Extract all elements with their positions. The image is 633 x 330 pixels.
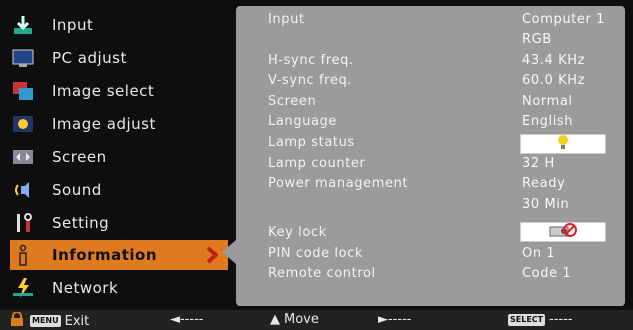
- key-lock-projector-icon: [548, 222, 578, 242]
- key-lock-box: [520, 222, 606, 242]
- label-screen: Screen: [268, 94, 317, 109]
- value-h-sync: 43.4 KHz: [522, 53, 586, 68]
- value-power-timer: 30 Min: [522, 197, 570, 212]
- information-panel: Input Computer 1 RGB H-sync freq. 43.4 K…: [236, 6, 625, 306]
- footer-bar: MENU Exit ◄----- ▲ Move ►----- SELECT --…: [0, 310, 633, 330]
- select-key: SELECT: [508, 313, 546, 326]
- value-input: Computer 1: [522, 12, 606, 27]
- label-h-sync: H-sync freq.: [268, 53, 354, 68]
- left-hint: ◄-----: [170, 312, 204, 327]
- lamp-status-box: [520, 134, 606, 154]
- menu-item-image-select[interactable]: Image select: [10, 76, 228, 106]
- menu-item-pc-adjust[interactable]: PC adjust: [10, 43, 228, 73]
- move-hint: ▲ Move: [270, 312, 319, 327]
- information-icon: [10, 244, 36, 266]
- value-signal: RGB: [522, 32, 552, 47]
- pc-adjust-icon: [10, 47, 36, 69]
- select-hint: SELECT -----: [508, 312, 573, 327]
- input-icon: [10, 14, 36, 36]
- network-icon: [10, 277, 36, 299]
- label-key-lock: Key lock: [268, 225, 327, 240]
- label-lamp-status: Lamp status: [268, 135, 355, 150]
- setting-icon: [10, 212, 36, 234]
- image-adjust-icon: [10, 113, 36, 135]
- value-screen: Normal: [522, 94, 573, 109]
- value-lamp-counter: 32 H: [522, 156, 555, 171]
- menu-item-setting[interactable]: Setting: [10, 208, 228, 238]
- label-power-management: Power management: [268, 176, 409, 191]
- exit-hint[interactable]: MENU Exit: [10, 311, 89, 330]
- right-hint: ►-----: [378, 312, 412, 327]
- value-power-management: Ready: [522, 176, 566, 191]
- menu-key: MENU: [30, 315, 61, 327]
- label-language: Language: [268, 114, 337, 129]
- sound-icon: [10, 179, 36, 201]
- menu-item-network[interactable]: Network: [10, 273, 228, 303]
- value-v-sync: 60.0 KHz: [522, 73, 586, 88]
- label-lamp-counter: Lamp counter: [268, 156, 366, 171]
- up-down-arrow-icon: ▲: [270, 312, 280, 327]
- value-pin-code-lock: On 1: [522, 246, 556, 261]
- menu-item-screen[interactable]: Screen: [10, 142, 228, 172]
- lock-icon: [10, 311, 24, 330]
- menu-item-input[interactable]: Input: [10, 10, 228, 40]
- label-pin-code-lock: PIN code lock: [268, 246, 364, 261]
- chevron-right-icon: [206, 246, 220, 268]
- menu-item-image-adjust[interactable]: Image adjust: [10, 109, 228, 139]
- selection-pointer: [222, 240, 236, 264]
- screen-icon: [10, 146, 36, 168]
- label-v-sync: V-sync freq.: [268, 73, 353, 88]
- label-input: Input: [268, 12, 305, 27]
- menu-item-sound[interactable]: Sound: [10, 175, 228, 205]
- menu-item-information[interactable]: Information: [10, 240, 228, 270]
- image-select-icon: [10, 80, 36, 102]
- main-menu: Input PC adjust Image select Image adjus…: [4, 4, 230, 304]
- lamp-bulb-icon: [556, 134, 570, 154]
- value-remote-control: Code 1: [522, 266, 572, 281]
- value-language: English: [522, 114, 574, 129]
- label-remote-control: Remote control: [268, 266, 376, 281]
